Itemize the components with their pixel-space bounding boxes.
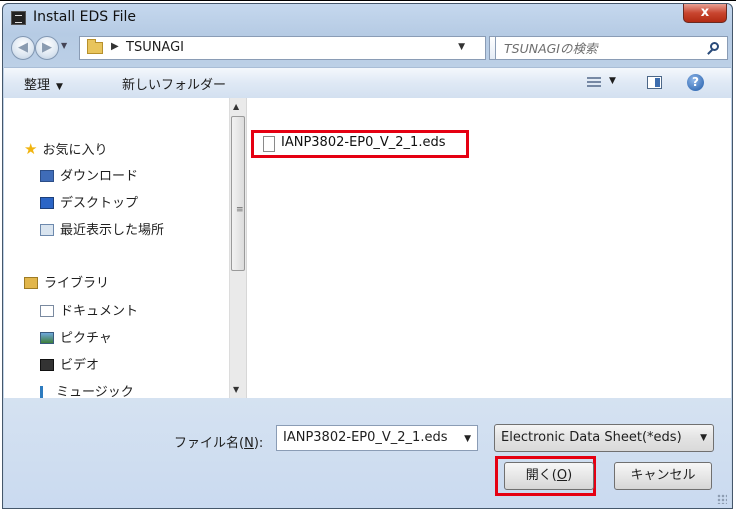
sidebar-item-documents[interactable]: ドキュメント	[40, 301, 138, 323]
scroll-up-arrow-icon[interactable]: ▲	[233, 102, 239, 111]
music-icon	[40, 386, 50, 398]
breadcrumb-tsunagi[interactable]: TSUNAGI	[126, 40, 184, 55]
sidebar-label: ライブラリ	[44, 276, 110, 291]
sidebar-item-videos[interactable]: ビデオ	[40, 355, 99, 377]
file-list: IANP3802-EP0_V_2_1.eds	[246, 98, 731, 398]
recent-locations-dropdown[interactable]: ▼	[61, 41, 67, 50]
open-hotkey: O	[556, 468, 568, 483]
filename-hotkey: N	[244, 436, 254, 451]
filename-field[interactable]: IANP3802-EP0_V_2_1.eds ▼	[276, 425, 478, 451]
filename-label: ファイル名(N):	[174, 432, 263, 451]
install-eds-dialog: Install EDS File x ◀ ▶ ▼ ▶ TSUNAGI ▼ ⟳ 整…	[2, 3, 733, 509]
organize-menu[interactable]: 整理 ▼	[24, 74, 63, 93]
organize-label: 整理	[24, 78, 51, 93]
screen-edge-line	[0, 0, 736, 1]
title-bar[interactable]: Install EDS File x	[3, 4, 732, 32]
library-icon	[24, 277, 38, 289]
navigation-bar: ◀ ▶ ▼ ▶ TSUNAGI ▼ ⟳	[3, 32, 732, 66]
desktop-icon	[40, 197, 54, 209]
sidebar-item-desktop[interactable]: デスクトップ	[40, 193, 138, 215]
sidebar-label: ピクチャ	[60, 331, 112, 346]
sidebar-item-recent-places[interactable]: 最近表示した場所	[40, 220, 164, 242]
sidebar-item-pictures[interactable]: ピクチャ	[40, 328, 112, 350]
sidebar-item-downloads[interactable]: ダウンロード	[40, 166, 138, 188]
sidebar-item-libraries[interactable]: ライブラリ	[24, 273, 109, 295]
file-name: IANP3802-EP0_V_2_1.eds	[281, 135, 446, 150]
folder-icon	[87, 39, 103, 54]
pictures-icon	[40, 332, 54, 344]
sidebar-item-music[interactable]: ミュージック	[40, 382, 134, 398]
new-folder-button[interactable]: 新しいフォルダー	[122, 74, 226, 93]
view-options-icon[interactable]	[587, 77, 601, 88]
sidebar-label: ドキュメント	[60, 304, 139, 319]
filename-value: IANP3802-EP0_V_2_1.eds	[283, 430, 448, 445]
breadcrumb-separator-icon[interactable]: ▶	[111, 41, 119, 52]
sidebar-label: ビデオ	[60, 358, 100, 373]
recent-places-icon	[40, 224, 54, 236]
back-button[interactable]: ◀	[11, 36, 35, 60]
filename-label-text: ファイル名(	[174, 436, 245, 451]
command-bar: 整理 ▼ 新しいフォルダー ▼ ?	[4, 67, 731, 99]
downloads-icon	[40, 170, 54, 182]
preview-pane-icon[interactable]	[647, 76, 662, 89]
grip-icon: ≡	[236, 205, 244, 215]
forward-arrow-icon: ▶	[42, 40, 52, 55]
file-item[interactable]: IANP3802-EP0_V_2_1.eds	[251, 130, 471, 158]
sidebar-label: お気に入り	[42, 143, 108, 158]
document-icon	[40, 305, 54, 317]
view-dropdown-icon[interactable]: ▼	[609, 76, 616, 86]
search-input[interactable]	[504, 39, 694, 57]
scroll-thumb[interactable]: ≡	[231, 116, 245, 271]
video-icon	[40, 359, 54, 371]
address-dropdown-icon[interactable]: ▼	[458, 42, 465, 52]
search-box[interactable]	[495, 36, 728, 60]
app-icon	[11, 11, 26, 25]
chevron-down-icon: ▼	[56, 82, 63, 92]
sidebar-label: デスクトップ	[60, 196, 139, 211]
file-icon	[263, 136, 275, 152]
sidebar-item-favorites[interactable]: ★ お気に入り	[24, 138, 107, 160]
resize-grip[interactable]	[717, 494, 727, 504]
filetype-value: Electronic Data Sheet(*eds)	[501, 430, 682, 445]
search-icon[interactable]	[710, 42, 719, 51]
scroll-down-arrow-icon[interactable]: ▼	[233, 385, 239, 394]
address-bar[interactable]: ▶ TSUNAGI ▼	[79, 36, 486, 60]
open-button[interactable]: 開く(O)	[504, 462, 594, 490]
chevron-down-icon: ▼	[700, 433, 707, 443]
sidebar-label: 最近表示した場所	[60, 223, 165, 238]
chevron-down-icon[interactable]: ▼	[464, 434, 471, 444]
close-button[interactable]: x	[683, 4, 727, 23]
back-arrow-icon: ◀	[18, 40, 28, 55]
help-icon[interactable]: ?	[687, 74, 704, 91]
open-label-post: )	[567, 468, 573, 483]
cancel-button[interactable]: キャンセル	[614, 462, 712, 490]
navigation-scrollbar[interactable]: ▲ ≡ ▼	[229, 98, 246, 398]
filetype-select[interactable]: Electronic Data Sheet(*eds) ▼	[494, 424, 714, 452]
star-icon: ★	[24, 140, 38, 158]
dialog-footer: ファイル名(N): IANP3802-EP0_V_2_1.eds ▼ Elect…	[4, 398, 731, 508]
forward-button[interactable]: ▶	[35, 36, 59, 60]
window-title: Install EDS File	[33, 9, 136, 25]
open-label-pre: 開く(	[525, 468, 557, 483]
sidebar-label: ダウンロード	[60, 169, 139, 184]
navigation-pane: ★ お気に入り ダウンロード デスクトップ 最近表示した場所 ライブラリ ドキュメ…	[4, 98, 229, 398]
filename-label-end: ):	[253, 436, 264, 451]
sidebar-label: ミュージック	[56, 385, 134, 398]
